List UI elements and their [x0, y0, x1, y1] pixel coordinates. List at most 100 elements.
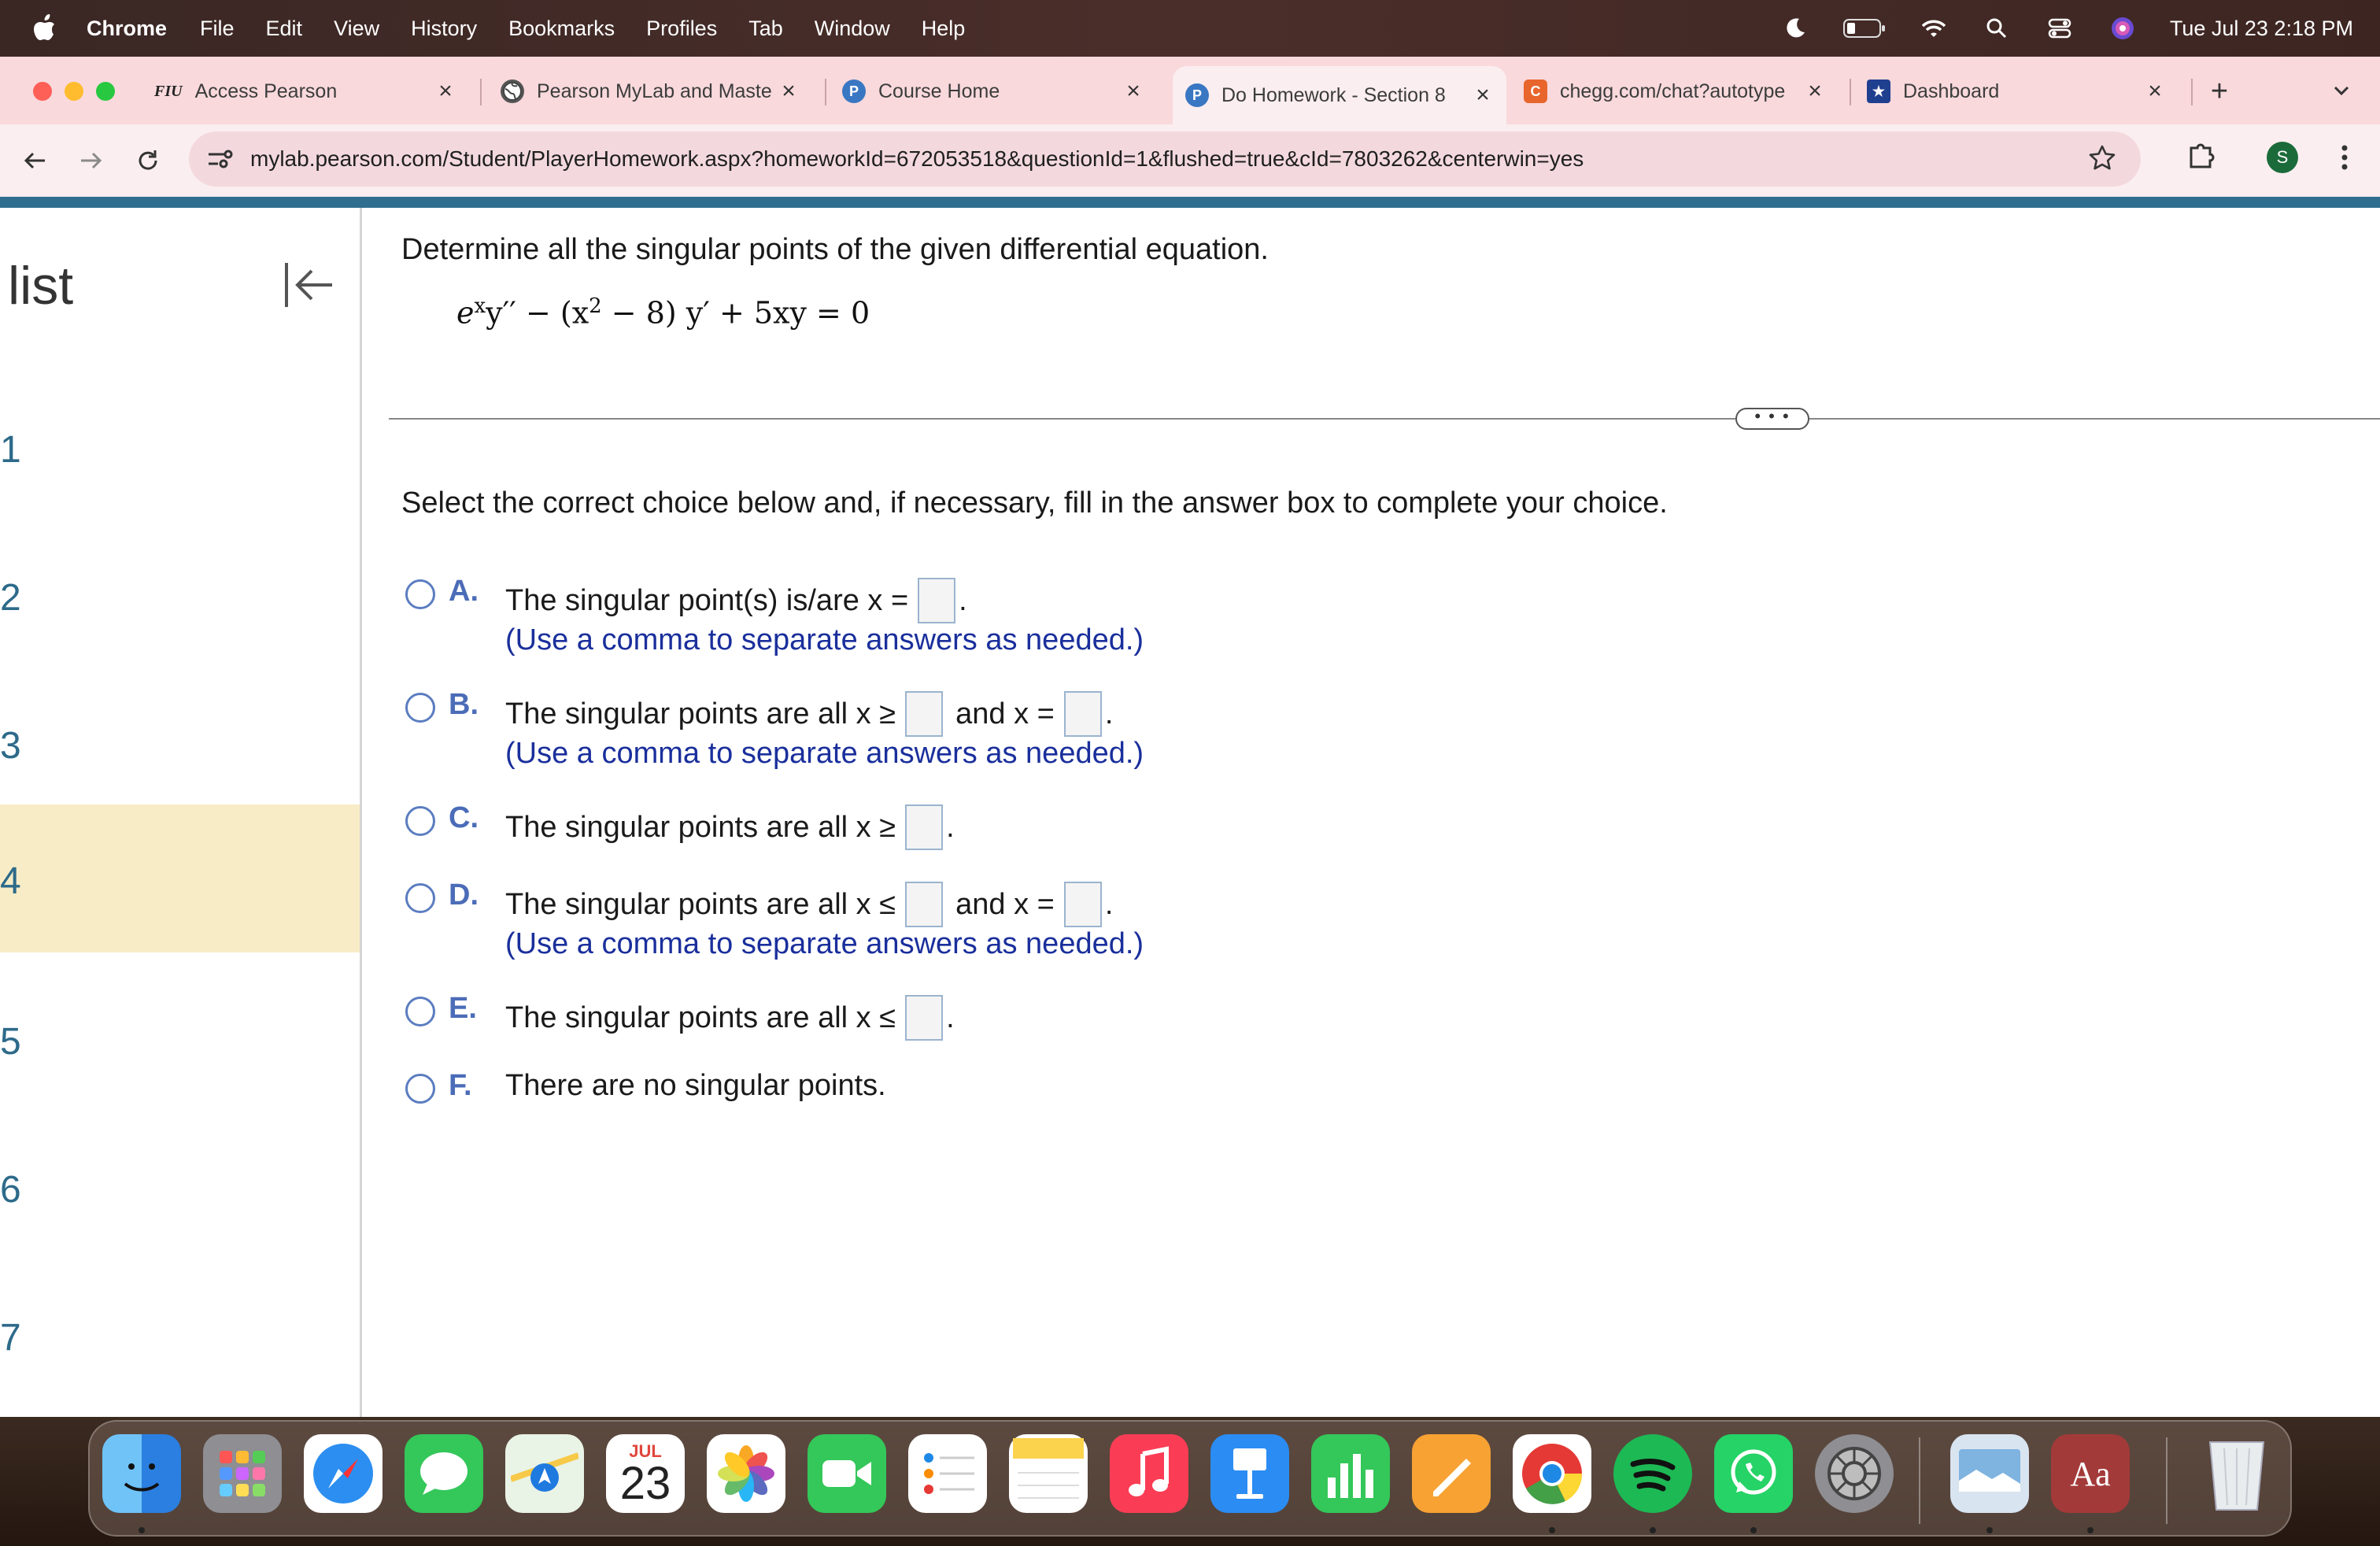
choice-e-radio[interactable]	[405, 997, 435, 1026]
menu-file[interactable]: File	[200, 17, 235, 41]
tab-search-chevron-icon[interactable]	[2330, 79, 2364, 105]
tab-close-icon[interactable]: ×	[774, 77, 803, 105]
safari-compass-icon[interactable]	[304, 1434, 382, 1513]
choice-text: The singular points are all x ≥	[505, 810, 896, 844]
answer-box[interactable]	[1063, 882, 1102, 927]
back-arrow-icon[interactable]	[14, 140, 55, 181]
answer-box[interactable]	[905, 882, 944, 927]
pages-pen-icon[interactable]	[1412, 1434, 1491, 1513]
choice-text: The singular points are all x ≤	[505, 1000, 896, 1034]
tab-close-icon[interactable]: ×	[431, 77, 460, 105]
tab-do-homework[interactable]: P Do Homework - Section 8 ×	[1173, 66, 1506, 124]
tab-pearson-mylab[interactable]: Pearson MyLab and Maste ×	[501, 69, 812, 113]
question-item-6[interactable]: 6	[0, 1156, 360, 1304]
window-zoom-button[interactable]	[96, 82, 115, 101]
preview-photo-icon[interactable]	[1950, 1434, 2029, 1513]
spotlight-search-icon[interactable]	[1981, 13, 2012, 44]
numbers-chart-icon[interactable]	[1311, 1434, 1390, 1513]
menubar-clock[interactable]: Tue Jul 23 2:18 PM	[2170, 17, 2353, 41]
focus-moon-icon[interactable]	[1779, 13, 1811, 44]
menu-edit[interactable]: Edit	[266, 17, 303, 41]
chrome-browser-icon[interactable]	[1513, 1434, 1591, 1513]
choice-b-radio[interactable]	[405, 693, 435, 723]
choice-a-radio[interactable]	[405, 579, 435, 609]
extensions-puzzle-icon[interactable]	[2185, 139, 2223, 176]
answer-box[interactable]	[905, 995, 944, 1041]
question-item-1[interactable]: 1	[0, 416, 360, 564]
keynote-podium-icon[interactable]	[1210, 1434, 1289, 1513]
reminders-list-icon[interactable]	[908, 1434, 987, 1513]
bookmark-star-icon[interactable]	[2087, 143, 2119, 175]
page-header-rule	[0, 197, 2380, 208]
spotify-icon[interactable]	[1613, 1434, 1692, 1513]
question-number: 6	[0, 1169, 21, 1211]
battery-icon[interactable]	[1842, 13, 1887, 44]
system-settings-gear-icon[interactable]	[1815, 1434, 1894, 1513]
answer-box[interactable]	[918, 578, 956, 623]
finder-icon[interactable]	[102, 1434, 181, 1513]
siri-icon[interactable]	[2107, 13, 2138, 44]
menu-tab[interactable]: Tab	[748, 17, 783, 41]
chegg-c-icon: C	[1524, 80, 1547, 103]
menu-bookmarks[interactable]: Bookmarks	[508, 17, 615, 41]
notes-icon[interactable]	[1009, 1434, 1088, 1513]
tab-close-icon[interactable]: ×	[2141, 77, 2169, 105]
forward-arrow-icon[interactable]	[71, 140, 112, 181]
address-bar[interactable]: mylab.pearson.com/Student/PlayerHomework…	[189, 131, 2141, 187]
calendar-icon[interactable]: JUL 23	[606, 1434, 685, 1513]
tab-course-home[interactable]: P Course Home ×	[842, 69, 1157, 113]
menu-help[interactable]: Help	[922, 17, 966, 41]
messages-bubble-icon[interactable]	[405, 1434, 483, 1513]
section-divider	[389, 418, 2380, 420]
collapse-sidebar-icon[interactable]	[280, 257, 337, 313]
question-item-4[interactable]: 4	[0, 804, 360, 952]
question-item-5[interactable]: 5	[0, 1008, 360, 1156]
maps-icon[interactable]	[505, 1434, 584, 1513]
answer-box[interactable]	[905, 804, 944, 850]
photos-flower-icon[interactable]	[707, 1434, 785, 1513]
music-note-icon[interactable]	[1110, 1434, 1188, 1513]
profile-avatar[interactable]: S	[2267, 142, 2298, 173]
dictionary-icon[interactable]: Aa	[2051, 1434, 2130, 1513]
launchpad-icon[interactable]	[203, 1434, 282, 1513]
url-text[interactable]: mylab.pearson.com/Student/PlayerHomework…	[250, 146, 1584, 172]
choice-period: .	[1104, 887, 1114, 921]
apple-menu-icon[interactable]	[30, 13, 60, 43]
question-item-7[interactable]: 7	[0, 1304, 360, 1414]
window-close-button[interactable]	[33, 82, 52, 101]
tab-close-icon[interactable]: ×	[1801, 77, 1829, 105]
tab-chegg[interactable]: C chegg.com/chat?autotype ×	[1524, 69, 1839, 113]
running-indicator	[1986, 1527, 1993, 1533]
eq-e: e	[456, 295, 475, 331]
answer-box[interactable]	[1063, 691, 1102, 737]
window-minimize-button[interactable]	[65, 82, 83, 101]
menu-window[interactable]: Window	[815, 17, 890, 41]
menu-profiles[interactable]: Profiles	[646, 17, 717, 41]
tab-access-pearson[interactable]: FIU Access Pearson ×	[154, 69, 469, 113]
resize-handle[interactable]: • • •	[1735, 408, 1809, 430]
menu-history[interactable]: History	[411, 17, 477, 41]
chrome-menu-kebab-icon[interactable]	[2333, 142, 2356, 173]
site-info-icon[interactable]	[205, 143, 236, 175]
choice-d-radio[interactable]	[405, 883, 435, 913]
menu-view[interactable]: View	[334, 17, 379, 41]
answer-box[interactable]	[905, 691, 944, 737]
tab-close-icon[interactable]: ×	[1119, 77, 1148, 105]
whatsapp-icon[interactable]	[1714, 1434, 1793, 1513]
tab-close-icon[interactable]: ×	[1469, 81, 1497, 109]
reload-icon[interactable]	[128, 140, 168, 181]
tab-dashboard[interactable]: ★ Dashboard ×	[1867, 69, 2179, 113]
question-item-2[interactable]: 2	[0, 564, 360, 712]
facetime-camera-icon[interactable]	[808, 1434, 886, 1513]
wifi-icon[interactable]	[1918, 13, 1949, 44]
trash-icon[interactable]	[2197, 1434, 2276, 1513]
control-center-icon[interactable]	[2044, 13, 2075, 44]
eq-part1: y′′ − (x	[486, 295, 589, 331]
menu-app-name[interactable]: Chrome	[87, 17, 167, 41]
eq-part2: − 8) y′ + 5xy = 0	[601, 295, 870, 331]
choice-f-radio[interactable]	[405, 1074, 435, 1104]
choice-c-radio[interactable]	[405, 806, 435, 836]
fiu-logo-icon: FIU	[154, 82, 183, 100]
question-number: 3	[0, 725, 21, 767]
new-tab-plus-icon[interactable]: +	[2202, 74, 2237, 109]
